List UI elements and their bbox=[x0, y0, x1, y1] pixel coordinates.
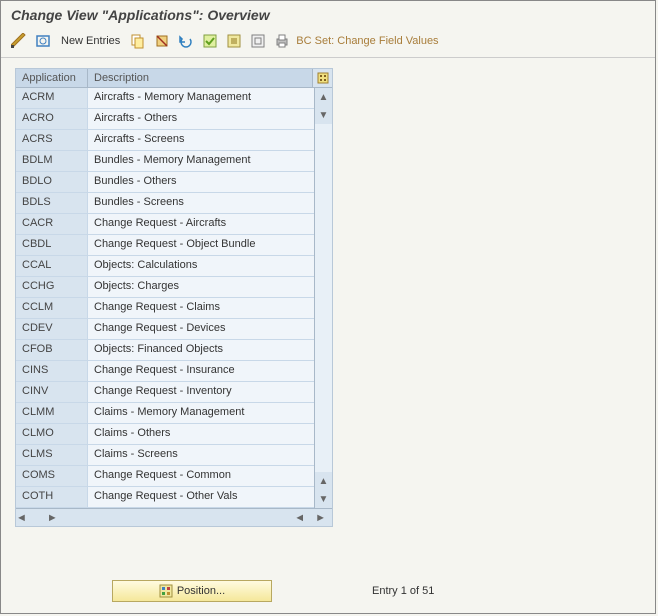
table-row[interactable]: CLMOClaims - Others bbox=[16, 424, 332, 445]
col-header-description[interactable]: Description bbox=[88, 69, 312, 87]
cell-description[interactable]: Claims - Others bbox=[88, 424, 332, 444]
applications-table: Application Description ACRMAircrafts - … bbox=[15, 68, 333, 527]
entry-status: Entry 1 of 51 bbox=[372, 585, 434, 597]
cell-description[interactable]: Bundles - Screens bbox=[88, 193, 332, 213]
display-change-icon[interactable] bbox=[9, 31, 29, 51]
cell-description[interactable]: Objects: Charges bbox=[88, 277, 332, 297]
table-row[interactable]: BDLSBundles - Screens bbox=[16, 193, 332, 214]
horizontal-scrollbar[interactable]: ◄ ► ◄ ► bbox=[16, 508, 332, 526]
delete-icon[interactable] bbox=[152, 31, 172, 51]
cell-application[interactable]: CCAL bbox=[16, 256, 88, 276]
cell-description[interactable]: Objects: Financed Objects bbox=[88, 340, 332, 360]
cell-application[interactable]: BDLS bbox=[16, 193, 88, 213]
other-view-icon[interactable] bbox=[33, 31, 53, 51]
copy-icon[interactable] bbox=[128, 31, 148, 51]
col-header-application[interactable]: Application bbox=[16, 69, 88, 87]
page-title: Change View "Applications": Overview bbox=[1, 1, 655, 29]
cell-application[interactable]: CLMM bbox=[16, 403, 88, 423]
table-row[interactable]: CINSChange Request - Insurance bbox=[16, 361, 332, 382]
table-row[interactable]: CDEVChange Request - Devices bbox=[16, 319, 332, 340]
scroll-up-icon[interactable]: ▲ bbox=[315, 88, 332, 106]
table-row[interactable]: CFOBObjects: Financed Objects bbox=[16, 340, 332, 361]
cell-application[interactable]: CCLM bbox=[16, 298, 88, 318]
scroll-right2-icon[interactable]: ► bbox=[315, 512, 326, 524]
cell-description[interactable]: Change Request - Inventory bbox=[88, 382, 332, 402]
cell-description[interactable]: Change Request - Insurance bbox=[88, 361, 332, 381]
cell-application[interactable]: COMS bbox=[16, 466, 88, 486]
table-row[interactable]: ACRSAircrafts - Screens bbox=[16, 130, 332, 151]
bc-set-button[interactable]: BC Set: Change Field Values bbox=[296, 35, 438, 47]
table-row[interactable]: ACROAircrafts - Others bbox=[16, 109, 332, 130]
scroll-left-icon[interactable]: ◄ bbox=[16, 512, 27, 524]
cell-description[interactable]: Change Request - Other Vals bbox=[88, 487, 332, 507]
cell-description[interactable]: Change Request - Object Bundle bbox=[88, 235, 332, 255]
table-row[interactable]: CACRChange Request - Aircrafts bbox=[16, 214, 332, 235]
cell-application[interactable]: ACRM bbox=[16, 88, 88, 108]
cell-description[interactable]: Aircrafts - Others bbox=[88, 109, 332, 129]
cell-application[interactable]: CCHG bbox=[16, 277, 88, 297]
cell-description[interactable]: Bundles - Memory Management bbox=[88, 151, 332, 171]
cell-description[interactable]: Change Request - Aircrafts bbox=[88, 214, 332, 234]
table-settings-icon[interactable] bbox=[312, 69, 332, 87]
position-icon bbox=[159, 584, 173, 598]
cell-description[interactable]: Change Request - Claims bbox=[88, 298, 332, 318]
table-row[interactable]: CBDLChange Request - Object Bundle bbox=[16, 235, 332, 256]
cell-application[interactable]: CLMO bbox=[16, 424, 88, 444]
cell-application[interactable]: ACRO bbox=[16, 109, 88, 129]
table-row[interactable]: CINVChange Request - Inventory bbox=[16, 382, 332, 403]
cell-application[interactable]: BDLM bbox=[16, 151, 88, 171]
cell-application[interactable]: CDEV bbox=[16, 319, 88, 339]
cell-application[interactable]: BDLO bbox=[16, 172, 88, 192]
select-block-icon[interactable] bbox=[224, 31, 244, 51]
cell-application[interactable]: CBDL bbox=[16, 235, 88, 255]
position-label: Position... bbox=[177, 585, 225, 597]
table-row[interactable]: CLMMClaims - Memory Management bbox=[16, 403, 332, 424]
cell-description[interactable]: Change Request - Common bbox=[88, 466, 332, 486]
cell-description[interactable]: Claims - Screens bbox=[88, 445, 332, 465]
cell-application[interactable]: CLMS bbox=[16, 445, 88, 465]
position-button[interactable]: Position... bbox=[112, 580, 272, 602]
cell-application[interactable]: COTH bbox=[16, 487, 88, 507]
table-row[interactable]: CCALObjects: Calculations bbox=[16, 256, 332, 277]
cell-application[interactable]: CFOB bbox=[16, 340, 88, 360]
cell-application[interactable]: CINS bbox=[16, 361, 88, 381]
vertical-scrollbar[interactable]: ▲ ▼ ▲ ▼ bbox=[314, 88, 332, 508]
cell-description[interactable]: Objects: Calculations bbox=[88, 256, 332, 276]
cell-description[interactable]: Aircrafts - Screens bbox=[88, 130, 332, 150]
scroll-down-small-icon[interactable]: ▼ bbox=[315, 106, 332, 124]
cell-application[interactable]: CINV bbox=[16, 382, 88, 402]
scroll-right-icon[interactable]: ► bbox=[47, 512, 58, 524]
scroll-left2-icon[interactable]: ◄ bbox=[294, 512, 305, 524]
scroll-down-icon[interactable]: ▼ bbox=[315, 490, 332, 508]
undo-icon[interactable] bbox=[176, 31, 196, 51]
scroll-up-small-icon[interactable]: ▲ bbox=[315, 472, 332, 490]
cell-description[interactable]: Aircrafts - Memory Management bbox=[88, 88, 332, 108]
cell-description[interactable]: Change Request - Devices bbox=[88, 319, 332, 339]
print-icon[interactable] bbox=[272, 31, 292, 51]
table-row[interactable]: BDLMBundles - Memory Management bbox=[16, 151, 332, 172]
cell-application[interactable]: CACR bbox=[16, 214, 88, 234]
table-row[interactable]: COTHChange Request - Other Vals bbox=[16, 487, 332, 508]
table-row[interactable]: CCLMChange Request - Claims bbox=[16, 298, 332, 319]
scroll-track[interactable] bbox=[315, 124, 332, 472]
table-row[interactable]: BDLOBundles - Others bbox=[16, 172, 332, 193]
table-row[interactable]: CLMSClaims - Screens bbox=[16, 445, 332, 466]
table-row[interactable]: COMSChange Request - Common bbox=[16, 466, 332, 487]
cell-description[interactable]: Bundles - Others bbox=[88, 172, 332, 192]
cell-description[interactable]: Claims - Memory Management bbox=[88, 403, 332, 423]
footer-bar: Position... Entry 1 of 51 bbox=[0, 580, 658, 602]
table-row[interactable]: CCHGObjects: Charges bbox=[16, 277, 332, 298]
table-row[interactable]: ACRMAircrafts - Memory Management bbox=[16, 88, 332, 109]
toolbar: New Entries BC Set: Change Field Values bbox=[1, 29, 655, 58]
cell-application[interactable]: ACRS bbox=[16, 130, 88, 150]
select-all-icon[interactable] bbox=[200, 31, 220, 51]
table-header: Application Description bbox=[16, 69, 332, 88]
new-entries-button[interactable]: New Entries bbox=[61, 35, 120, 47]
deselect-all-icon[interactable] bbox=[248, 31, 268, 51]
